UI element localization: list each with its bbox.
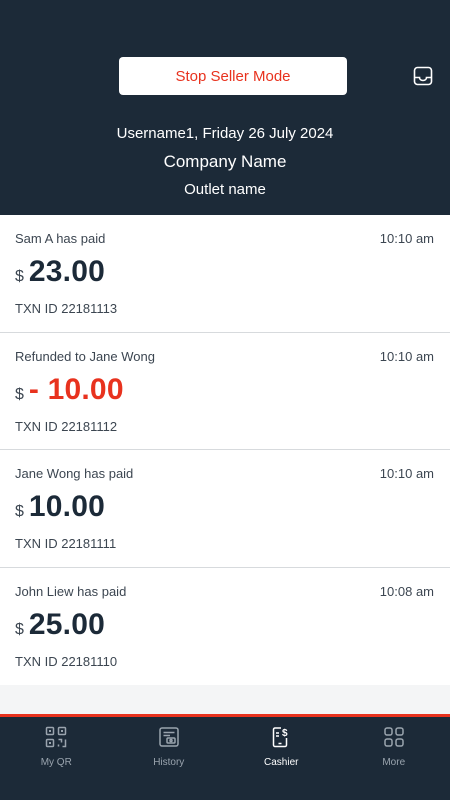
transaction-amount: $ 25.00: [15, 608, 105, 642]
tab-label: History: [153, 757, 185, 768]
transaction-description: Refunded to Jane Wong: [15, 348, 155, 364]
transaction-amount: $ - 10.00: [15, 373, 124, 407]
tab-label: More: [382, 757, 406, 768]
currency-symbol: $: [15, 385, 24, 403]
tab-label: My QR: [40, 757, 72, 768]
transaction-time: 10:10 am: [379, 348, 434, 364]
tab-my-qr[interactable]: My QR: [0, 717, 113, 800]
company-name: Company Name: [163, 152, 287, 171]
inbox-icon: [413, 66, 433, 86]
transaction-amount: $ 23.00: [15, 255, 105, 289]
tab-history[interactable]: History: [113, 717, 226, 800]
tab-more[interactable]: More: [338, 717, 450, 800]
transaction-time: 10:10 am: [379, 466, 434, 481]
tab-label: Cashier: [264, 757, 299, 768]
currency-symbol: $: [15, 268, 24, 285]
transaction-item[interactable]: Sam A has paid 10:10 am $ 23.00 TXN ID 2…: [0, 215, 450, 333]
bottom-tab-bar: My QR History $ Cashier More: [0, 714, 450, 800]
user-date-line: Username1, Friday 26 July 2024: [116, 125, 334, 142]
qr-icon: [44, 725, 68, 749]
more-grid-icon: [382, 725, 406, 749]
transaction-id: TXN ID 22181111: [15, 536, 117, 551]
outlet-name: Outlet name: [184, 181, 266, 198]
transaction-item[interactable]: Jane Wong has paid 10:10 am $ 10.00 TXN …: [0, 450, 450, 568]
transaction-time: 10:08 am: [379, 583, 434, 599]
transaction-item[interactable]: Refunded to Jane Wong 10:10 am $ - 10.00…: [0, 332, 450, 450]
transaction-description: Sam A has paid: [15, 231, 106, 246]
inbox-button[interactable]: [412, 65, 434, 87]
tab-cashier[interactable]: $ Cashier: [225, 717, 338, 800]
transaction-id: TXN ID 22181113: [15, 301, 118, 316]
svg-text:$: $: [282, 728, 288, 739]
currency-symbol: $: [15, 620, 24, 638]
amount-value: 10.00: [28, 490, 105, 523]
transaction-description: John Liew has paid: [15, 583, 127, 599]
history-icon: [157, 725, 181, 749]
transaction-id: TXN ID 22181110: [15, 653, 118, 669]
transaction-description: Jane Wong has paid: [15, 466, 134, 481]
amount-value: 23.00: [28, 255, 105, 288]
amount-value: 25.00: [28, 607, 105, 641]
cashier-icon: $: [269, 725, 293, 749]
stop-seller-mode-button[interactable]: Stop Seller Mode: [119, 57, 347, 95]
transaction-amount: $ 10.00: [15, 490, 105, 524]
transaction-list: Sam A has paid 10:10 am $ 23.00 TXN ID 2…: [0, 215, 450, 685]
header: Stop Seller Mode Username1, Friday 26 Ju…: [0, 0, 450, 215]
transaction-item[interactable]: John Liew has paid 10:08 am $ 25.00 TXN …: [0, 567, 450, 685]
currency-symbol: $: [15, 503, 24, 520]
transaction-id: TXN ID 22181112: [15, 418, 118, 434]
amount-value: - 10.00: [28, 372, 124, 406]
transaction-time: 10:10 am: [379, 231, 434, 246]
